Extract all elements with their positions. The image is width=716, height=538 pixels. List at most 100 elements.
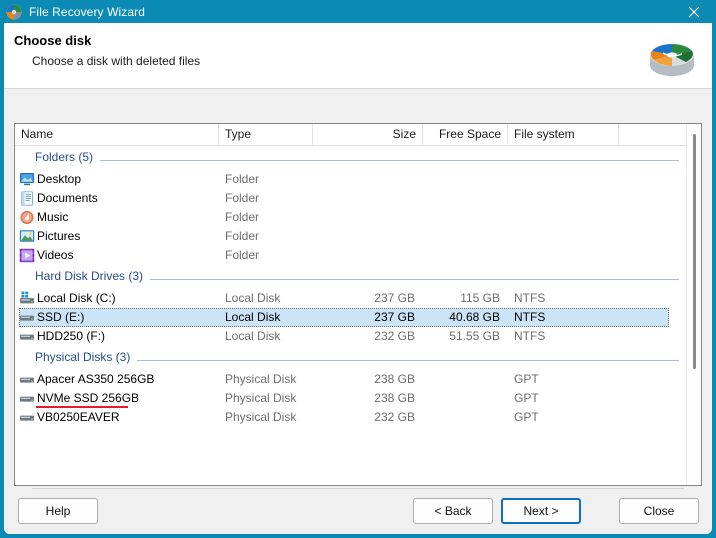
row-fs: NTFS: [514, 310, 546, 324]
desktop-icon: [19, 172, 35, 187]
table-row[interactable]: Videos Folder: [15, 246, 687, 265]
table-row[interactable]: Desktop Folder: [15, 170, 687, 189]
row-name: Documents: [37, 191, 98, 205]
list-section-header: Folders (5): [15, 146, 687, 170]
row-type: Physical Disk: [225, 372, 297, 386]
row-name: Local Disk (C:): [37, 291, 116, 305]
row-size: 237 GB: [374, 291, 415, 305]
row-fs: [508, 227, 611, 246]
row-fs: GPT: [514, 391, 539, 405]
vertical-scrollbar[interactable]: [686, 124, 701, 485]
row-free: [423, 208, 500, 227]
row-type: Local Disk: [225, 310, 281, 324]
row-size: [313, 208, 415, 227]
column-header-name[interactable]: Name: [15, 124, 219, 145]
help-button[interactable]: Help: [18, 498, 98, 524]
table-row[interactable]: HDD250 (F:) Local Disk 232 GB 51.55 GB NTFS: [15, 327, 687, 346]
row-name: VB0250EAVER: [37, 410, 120, 424]
row-size: [313, 170, 415, 189]
section-label: Hard Disk Drives (3): [35, 269, 151, 283]
list-section-header: Hard Disk Drives (3): [15, 265, 687, 289]
column-header-type[interactable]: Type: [219, 124, 313, 145]
row-free: [423, 370, 500, 389]
footer-bar: Help < Back Next > Close: [4, 488, 712, 534]
system-drive-icon: [19, 291, 35, 306]
back-button[interactable]: < Back: [413, 498, 493, 524]
close-icon[interactable]: [671, 0, 716, 23]
dialog-body: Choose disk Choose a disk with deleted f…: [4, 23, 712, 534]
row-name: Music: [37, 210, 69, 224]
row-size: [313, 227, 415, 246]
disk-list[interactable]: Name Type Size Free Space File system Folder…: [14, 123, 702, 486]
row-fs: [508, 189, 611, 208]
row-name: SSD (E:): [37, 310, 85, 324]
drive-icon: [19, 391, 35, 406]
row-free: 40.68 GB: [449, 310, 500, 324]
videos-icon: [19, 248, 35, 263]
row-type: Folder: [225, 229, 260, 243]
table-row[interactable]: Pictures Folder: [15, 227, 687, 246]
table-row[interactable]: Documents Folder: [15, 189, 687, 208]
column-header-size[interactable]: Size: [313, 124, 423, 145]
drive-icon: [19, 410, 35, 425]
section-rule: [35, 160, 679, 161]
next-button[interactable]: Next >: [501, 498, 581, 524]
row-free: [423, 408, 500, 427]
row-name: Desktop: [37, 172, 82, 186]
table-row[interactable]: Apacer AS350 256GB Physical Disk 238 GB GPT: [15, 370, 687, 389]
music-icon: [19, 210, 35, 225]
row-free: [423, 170, 500, 189]
title-bar: File Recovery Wizard: [0, 0, 716, 23]
content-area: Name Type Size Free Space File system Folder…: [4, 89, 712, 504]
list-column-headers: Name Type Size Free Space File system: [15, 124, 701, 146]
recovery-disk-icon: [6, 4, 22, 20]
row-type: Folder: [225, 210, 260, 224]
table-row[interactable]: Local Disk (C:) Local Disk 237 GB 115 GB NTF…: [15, 289, 687, 308]
table-row[interactable]: Music Folder: [15, 208, 687, 227]
row-free: 51.55 GB: [449, 329, 500, 343]
documents-icon: [19, 191, 35, 206]
red-underline-annotation: [36, 406, 128, 408]
row-type: Physical Disk: [225, 410, 297, 424]
row-size: [313, 246, 415, 265]
row-name: HDD250 (F:): [37, 329, 106, 343]
section-label: Folders (5): [35, 150, 101, 164]
drive-icon: [19, 329, 35, 344]
row-free: [423, 189, 500, 208]
footer-divider: [32, 488, 684, 489]
wizard-header: Choose disk Choose a disk with deleted f…: [4, 23, 712, 88]
column-header-free-space[interactable]: Free Space: [423, 124, 508, 145]
row-size: 238 GB: [374, 372, 415, 386]
table-row[interactable]: VB0250EAVER Physical Disk 232 GB GPT: [15, 408, 687, 427]
page-title: Choose disk: [14, 33, 92, 48]
disk-platter-icon: [646, 29, 698, 81]
table-row[interactable]: SSD (E:) Local Disk 237 GB 40.68 GB NTFS: [15, 308, 687, 327]
row-type: Folder: [225, 172, 260, 186]
row-name: Videos: [37, 248, 74, 262]
row-size: [313, 189, 415, 208]
row-fs: [508, 170, 611, 189]
drive-icon: [19, 310, 35, 325]
row-free: 115 GB: [460, 291, 500, 305]
scrollbar-thumb[interactable]: [693, 134, 696, 369]
row-name: Apacer AS350 256GB: [37, 372, 155, 386]
list-section-header: Physical Disks (3): [15, 346, 687, 370]
row-size: 237 GB: [374, 310, 415, 324]
close-button[interactable]: Close: [619, 498, 699, 524]
row-size: 238 GB: [374, 391, 415, 405]
row-free: [423, 246, 500, 265]
row-fs: NTFS: [514, 291, 546, 305]
table-row[interactable]: NVMe SSD 256GB Physical Disk 238 GB GPT: [15, 389, 687, 408]
row-fs: GPT: [514, 372, 539, 386]
row-size: 232 GB: [374, 329, 415, 343]
column-header-file-system[interactable]: File system: [508, 124, 619, 145]
row-size: 232 GB: [374, 410, 415, 424]
row-type: Physical Disk: [225, 391, 297, 405]
window-title: File Recovery Wizard: [29, 4, 146, 19]
row-type: Local Disk: [225, 291, 281, 305]
row-type: Folder: [225, 248, 260, 262]
row-fs: GPT: [514, 410, 539, 424]
row-fs: [508, 208, 611, 227]
section-label: Physical Disks (3): [35, 350, 138, 364]
pictures-icon: [19, 229, 35, 244]
